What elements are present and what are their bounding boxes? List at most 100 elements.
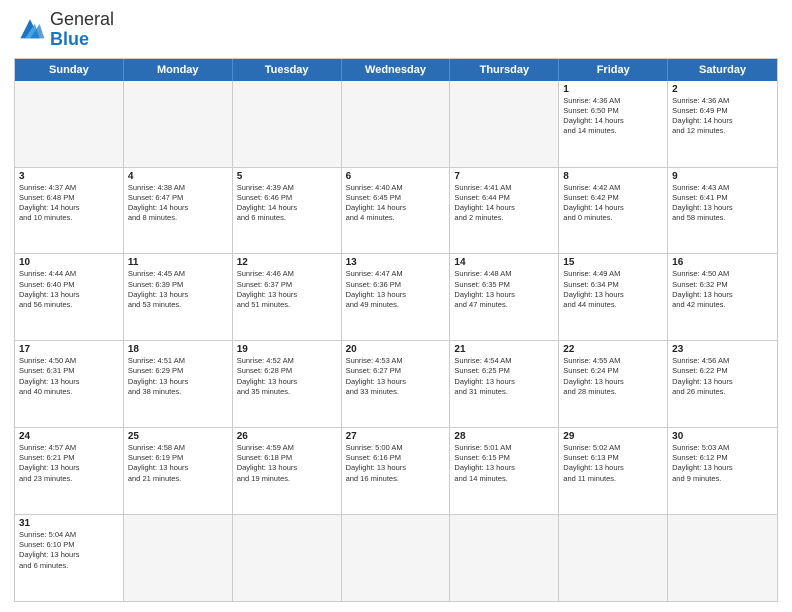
calendar-cell: 8Sunrise: 4:42 AM Sunset: 6:42 PM Daylig… xyxy=(559,168,668,254)
calendar-cell xyxy=(450,515,559,601)
cell-day-number: 16 xyxy=(672,257,773,268)
cell-sun-info: Sunrise: 4:44 AM Sunset: 6:40 PM Dayligh… xyxy=(19,269,119,310)
cell-day-number: 25 xyxy=(128,431,228,442)
cell-day-number: 17 xyxy=(19,344,119,355)
cell-sun-info: Sunrise: 5:02 AM Sunset: 6:13 PM Dayligh… xyxy=(563,443,663,484)
cell-sun-info: Sunrise: 4:50 AM Sunset: 6:31 PM Dayligh… xyxy=(19,356,119,397)
cell-sun-info: Sunrise: 4:56 AM Sunset: 6:22 PM Dayligh… xyxy=(672,356,773,397)
calendar-cell: 2Sunrise: 4:36 AM Sunset: 6:49 PM Daylig… xyxy=(668,81,777,167)
cell-sun-info: Sunrise: 4:46 AM Sunset: 6:37 PM Dayligh… xyxy=(237,269,337,310)
calendar-cell xyxy=(342,515,451,601)
cell-day-number: 12 xyxy=(237,257,337,268)
calendar-header: SundayMondayTuesdayWednesdayThursdayFrid… xyxy=(15,59,777,81)
cell-sun-info: Sunrise: 4:39 AM Sunset: 6:46 PM Dayligh… xyxy=(237,183,337,224)
calendar-cell: 11Sunrise: 4:45 AM Sunset: 6:39 PM Dayli… xyxy=(124,254,233,340)
cell-day-number: 21 xyxy=(454,344,554,355)
cell-day-number: 8 xyxy=(563,171,663,182)
calendar-cell: 26Sunrise: 4:59 AM Sunset: 6:18 PM Dayli… xyxy=(233,428,342,514)
calendar-row-2: 10Sunrise: 4:44 AM Sunset: 6:40 PM Dayli… xyxy=(15,253,777,340)
cell-sun-info: Sunrise: 5:00 AM Sunset: 6:16 PM Dayligh… xyxy=(346,443,446,484)
cell-sun-info: Sunrise: 4:52 AM Sunset: 6:28 PM Dayligh… xyxy=(237,356,337,397)
cell-sun-info: Sunrise: 4:47 AM Sunset: 6:36 PM Dayligh… xyxy=(346,269,446,310)
page: GeneralBlue SundayMondayTuesdayWednesday… xyxy=(0,0,792,612)
calendar-cell: 28Sunrise: 5:01 AM Sunset: 6:15 PM Dayli… xyxy=(450,428,559,514)
cell-day-number: 20 xyxy=(346,344,446,355)
calendar-cell: 12Sunrise: 4:46 AM Sunset: 6:37 PM Dayli… xyxy=(233,254,342,340)
cell-day-number: 7 xyxy=(454,171,554,182)
cell-day-number: 31 xyxy=(19,518,119,529)
cell-sun-info: Sunrise: 4:57 AM Sunset: 6:21 PM Dayligh… xyxy=(19,443,119,484)
calendar-cell: 16Sunrise: 4:50 AM Sunset: 6:32 PM Dayli… xyxy=(668,254,777,340)
calendar-cell: 17Sunrise: 4:50 AM Sunset: 6:31 PM Dayli… xyxy=(15,341,124,427)
calendar-cell: 7Sunrise: 4:41 AM Sunset: 6:44 PM Daylig… xyxy=(450,168,559,254)
calendar-cell: 18Sunrise: 4:51 AM Sunset: 6:29 PM Dayli… xyxy=(124,341,233,427)
cell-sun-info: Sunrise: 4:45 AM Sunset: 6:39 PM Dayligh… xyxy=(128,269,228,310)
cell-day-number: 27 xyxy=(346,431,446,442)
weekday-header-friday: Friday xyxy=(559,59,668,81)
calendar-row-0: 1Sunrise: 4:36 AM Sunset: 6:50 PM Daylig… xyxy=(15,81,777,167)
cell-day-number: 18 xyxy=(128,344,228,355)
cell-sun-info: Sunrise: 4:41 AM Sunset: 6:44 PM Dayligh… xyxy=(454,183,554,224)
calendar-cell xyxy=(15,81,124,167)
cell-day-number: 28 xyxy=(454,431,554,442)
cell-day-number: 22 xyxy=(563,344,663,355)
calendar-cell xyxy=(450,81,559,167)
calendar-cell: 13Sunrise: 4:47 AM Sunset: 6:36 PM Dayli… xyxy=(342,254,451,340)
cell-sun-info: Sunrise: 5:01 AM Sunset: 6:15 PM Dayligh… xyxy=(454,443,554,484)
calendar-body: 1Sunrise: 4:36 AM Sunset: 6:50 PM Daylig… xyxy=(15,81,777,601)
cell-sun-info: Sunrise: 5:04 AM Sunset: 6:10 PM Dayligh… xyxy=(19,530,119,571)
cell-day-number: 3 xyxy=(19,171,119,182)
weekday-header-sunday: Sunday xyxy=(15,59,124,81)
cell-sun-info: Sunrise: 4:40 AM Sunset: 6:45 PM Dayligh… xyxy=(346,183,446,224)
calendar-cell: 3Sunrise: 4:37 AM Sunset: 6:48 PM Daylig… xyxy=(15,168,124,254)
calendar-cell: 9Sunrise: 4:43 AM Sunset: 6:41 PM Daylig… xyxy=(668,168,777,254)
cell-day-number: 26 xyxy=(237,431,337,442)
calendar-cell: 23Sunrise: 4:56 AM Sunset: 6:22 PM Dayli… xyxy=(668,341,777,427)
cell-sun-info: Sunrise: 5:03 AM Sunset: 6:12 PM Dayligh… xyxy=(672,443,773,484)
calendar-cell: 21Sunrise: 4:54 AM Sunset: 6:25 PM Dayli… xyxy=(450,341,559,427)
calendar-cell xyxy=(124,515,233,601)
calendar-cell: 22Sunrise: 4:55 AM Sunset: 6:24 PM Dayli… xyxy=(559,341,668,427)
cell-day-number: 29 xyxy=(563,431,663,442)
cell-sun-info: Sunrise: 4:55 AM Sunset: 6:24 PM Dayligh… xyxy=(563,356,663,397)
cell-sun-info: Sunrise: 4:53 AM Sunset: 6:27 PM Dayligh… xyxy=(346,356,446,397)
calendar-cell xyxy=(559,515,668,601)
cell-sun-info: Sunrise: 4:48 AM Sunset: 6:35 PM Dayligh… xyxy=(454,269,554,310)
cell-sun-info: Sunrise: 4:50 AM Sunset: 6:32 PM Dayligh… xyxy=(672,269,773,310)
cell-day-number: 24 xyxy=(19,431,119,442)
header: GeneralBlue xyxy=(14,10,778,50)
calendar-cell: 30Sunrise: 5:03 AM Sunset: 6:12 PM Dayli… xyxy=(668,428,777,514)
cell-sun-info: Sunrise: 4:59 AM Sunset: 6:18 PM Dayligh… xyxy=(237,443,337,484)
cell-sun-info: Sunrise: 4:42 AM Sunset: 6:42 PM Dayligh… xyxy=(563,183,663,224)
weekday-header-monday: Monday xyxy=(124,59,233,81)
calendar-row-1: 3Sunrise: 4:37 AM Sunset: 6:48 PM Daylig… xyxy=(15,167,777,254)
calendar-cell: 25Sunrise: 4:58 AM Sunset: 6:19 PM Dayli… xyxy=(124,428,233,514)
cell-sun-info: Sunrise: 4:37 AM Sunset: 6:48 PM Dayligh… xyxy=(19,183,119,224)
calendar-row-4: 24Sunrise: 4:57 AM Sunset: 6:21 PM Dayli… xyxy=(15,427,777,514)
cell-sun-info: Sunrise: 4:58 AM Sunset: 6:19 PM Dayligh… xyxy=(128,443,228,484)
calendar-cell xyxy=(668,515,777,601)
calendar-row-5: 31Sunrise: 5:04 AM Sunset: 6:10 PM Dayli… xyxy=(15,514,777,601)
cell-day-number: 14 xyxy=(454,257,554,268)
cell-sun-info: Sunrise: 4:36 AM Sunset: 6:50 PM Dayligh… xyxy=(563,96,663,137)
calendar-cell: 1Sunrise: 4:36 AM Sunset: 6:50 PM Daylig… xyxy=(559,81,668,167)
logo: GeneralBlue xyxy=(14,10,114,50)
calendar-cell xyxy=(124,81,233,167)
cell-day-number: 9 xyxy=(672,171,773,182)
weekday-header-saturday: Saturday xyxy=(668,59,777,81)
logo-text: GeneralBlue xyxy=(50,10,114,50)
calendar-cell: 14Sunrise: 4:48 AM Sunset: 6:35 PM Dayli… xyxy=(450,254,559,340)
cell-day-number: 2 xyxy=(672,84,773,95)
weekday-header-tuesday: Tuesday xyxy=(233,59,342,81)
calendar-cell: 4Sunrise: 4:38 AM Sunset: 6:47 PM Daylig… xyxy=(124,168,233,254)
cell-day-number: 30 xyxy=(672,431,773,442)
calendar: SundayMondayTuesdayWednesdayThursdayFrid… xyxy=(14,58,778,602)
cell-day-number: 5 xyxy=(237,171,337,182)
calendar-cell: 20Sunrise: 4:53 AM Sunset: 6:27 PM Dayli… xyxy=(342,341,451,427)
cell-day-number: 6 xyxy=(346,171,446,182)
cell-sun-info: Sunrise: 4:51 AM Sunset: 6:29 PM Dayligh… xyxy=(128,356,228,397)
cell-day-number: 13 xyxy=(346,257,446,268)
cell-day-number: 4 xyxy=(128,171,228,182)
calendar-cell xyxy=(233,515,342,601)
calendar-cell xyxy=(342,81,451,167)
